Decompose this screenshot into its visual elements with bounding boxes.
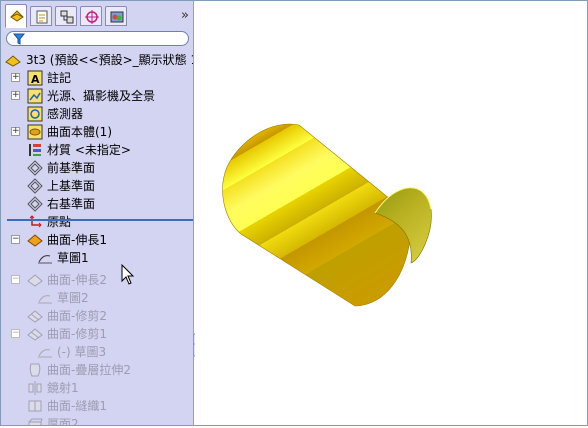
tree-item-label: 厚面2 — [47, 417, 79, 425]
tree-item-label: 感測器 — [47, 107, 84, 121]
configuration-icon — [60, 10, 74, 24]
collapse-icon[interactable]: − — [11, 235, 20, 244]
surface-extrude-icon — [27, 234, 43, 247]
tree-item-label: 鏡射1 — [47, 381, 79, 395]
expand-icon[interactable]: + — [11, 73, 20, 82]
cylinder-surface-model[interactable] — [195, 2, 587, 425]
annotation-icon: A — [27, 70, 43, 86]
lights-icon — [27, 88, 43, 104]
sensor-icon — [27, 106, 43, 122]
thicken-icon — [28, 418, 43, 425]
sketch-icon — [38, 349, 52, 358]
tab-dimxpert-manager[interactable] — [80, 6, 102, 26]
tree-item-label: 曲面-縫織1 — [47, 399, 107, 413]
origin-icon — [29, 215, 42, 228]
property-icon — [36, 10, 48, 24]
plane-icon — [27, 160, 43, 176]
tree-item-label: 曲面本體(1) — [47, 125, 112, 139]
feature-tree-icon — [10, 10, 24, 22]
tree-item-label: 曲面-疊層拉伸2 — [47, 363, 131, 377]
surface-extrude-icon — [27, 274, 43, 287]
tree-item-label: 註記 — [47, 71, 72, 85]
tab-feature-manager[interactable] — [5, 4, 27, 28]
tree-root-label: 3t3 (預設<<預設>_顯示狀態 1>) — [26, 53, 193, 67]
expand-icon[interactable]: + — [11, 91, 20, 100]
tree-item-label: 曲面-伸長1 — [47, 233, 107, 247]
filter-icon — [13, 33, 25, 45]
more-tabs-chevron[interactable]: » — [181, 8, 189, 23]
tree-item-label: 右基準面 — [47, 197, 96, 211]
tree-item-label: 前基準面 — [47, 161, 96, 175]
tree-item-label: 曲面-修剪2 — [47, 309, 107, 323]
rollback-bar[interactable] — [7, 219, 193, 221]
sketch-icon — [38, 255, 52, 264]
tree-item-label: 原點 — [47, 215, 72, 229]
tree-item-label: (-) 草圖3 — [57, 345, 107, 359]
tree-item-label: 光源、攝影機及全景 — [47, 89, 156, 103]
solidworks-window: » 3t3 (預設<<預設>_顯示狀態 1>) + A 註記 + 光源、攝影機及… — [0, 0, 588, 426]
expand-icon[interactable]: + — [11, 127, 20, 136]
surface-body-icon — [27, 124, 43, 140]
tab-property-manager[interactable] — [30, 6, 52, 26]
tree-item-label: 材質 <未指定> — [47, 143, 131, 157]
surface-loft-icon — [29, 363, 41, 377]
tree-item-label: 曲面-修剪1 — [47, 327, 107, 341]
tree-item-label: 曲面-伸長2 — [47, 273, 107, 287]
tree-item-label: 上基準面 — [47, 179, 96, 193]
tree-filter-input[interactable] — [6, 31, 189, 46]
tab-display-manager[interactable] — [105, 6, 127, 26]
surface-knit-icon — [28, 400, 42, 412]
target-icon — [85, 10, 99, 24]
collapse-icon[interactable]: − — [11, 275, 20, 284]
graphics-viewport[interactable] — [195, 2, 587, 425]
plane-icon — [27, 178, 43, 194]
tab-configuration-manager[interactable] — [55, 6, 77, 26]
material-icon — [29, 144, 41, 156]
plane-icon — [27, 196, 43, 212]
appearance-icon — [110, 11, 124, 23]
sketch-icon — [38, 295, 52, 304]
tree-item-label: 草圖2 — [57, 291, 89, 305]
part-icon — [5, 55, 21, 67]
mouse-cursor-icon — [121, 264, 135, 285]
svg-text:A: A — [31, 73, 40, 86]
collapse-icon[interactable]: − — [11, 329, 20, 338]
surface-trim-icon — [27, 328, 43, 341]
surface-trim-icon — [27, 310, 43, 323]
mirror-icon — [28, 381, 42, 395]
tree-item-label: 草圖1 — [57, 251, 89, 265]
panel-tab-bar: » — [3, 4, 191, 28]
feature-manager-panel: » 3t3 (預設<<預設>_顯示狀態 1>) + A 註記 + 光源、攝影機及… — [1, 1, 194, 425]
